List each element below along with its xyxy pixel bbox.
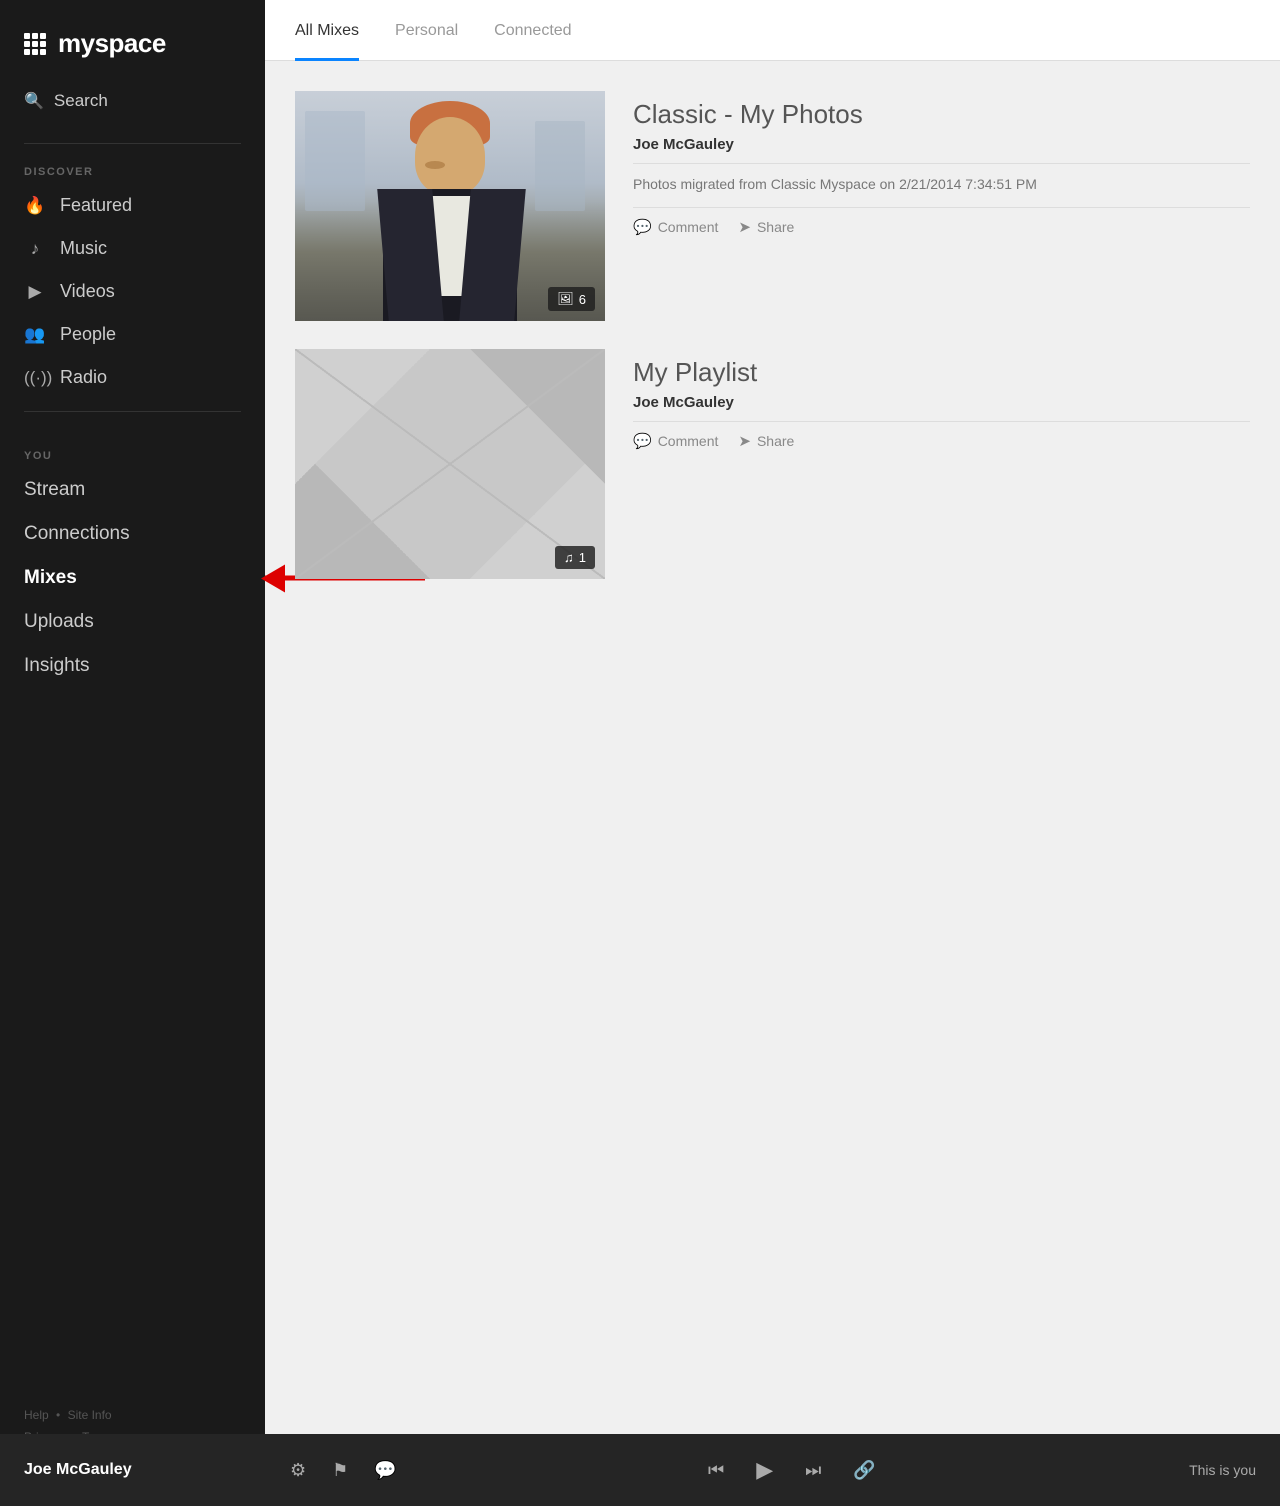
sidebar-item-mixes[interactable]: Mixes: [0, 556, 265, 600]
comment-icon: 💬: [633, 432, 652, 450]
player-controls: ⏮ ▶ ⏭ 🔗: [403, 1451, 1181, 1489]
comment-icon: 💬: [633, 218, 652, 236]
sidebar-item-radio[interactable]: ((·)) Radio: [0, 356, 265, 399]
player-bar: Joe McGauley ⚙ ⚑ 💬 ⏮ ▶ ⏭ 🔗 This is you: [0, 1434, 1280, 1506]
mix-count-badge: 🖼 6: [548, 287, 595, 311]
logo-dots-icon: [24, 33, 46, 55]
comment-label: Comment: [658, 219, 719, 235]
search-button[interactable]: 🔍 Search: [0, 83, 265, 131]
discover-nav: 🔥 Featured ♪ Music ▶ Videos 👥 People ((·…: [0, 184, 265, 399]
sidebar: myspace 🔍 Search DISCOVER 🔥 Featured ♪ M…: [0, 0, 265, 1506]
rewind-icon: ⏮: [708, 1460, 724, 1481]
radio-icon: ((·)): [24, 368, 46, 388]
play-button[interactable]: ▶: [750, 1451, 779, 1489]
comment-button[interactable]: 💬 Comment: [633, 218, 718, 236]
sidebar-divider: [24, 143, 241, 144]
tab-personal[interactable]: Personal: [395, 0, 458, 61]
share-label: Share: [757, 219, 794, 235]
app-logo[interactable]: myspace: [0, 0, 265, 83]
sidebar-item-label: Videos: [60, 281, 115, 302]
badge-icon: ♫: [564, 550, 574, 565]
search-label: Search: [54, 91, 108, 111]
arrow-head: [261, 564, 285, 592]
sidebar-item-connections[interactable]: Connections: [0, 512, 265, 556]
sidebar-item-people[interactable]: 👥 People: [0, 313, 265, 356]
player-username: Joe McGauley: [24, 1461, 224, 1479]
mix-divider-2: [633, 207, 1250, 208]
settings-button[interactable]: ⚙: [284, 1454, 312, 1487]
comment-button[interactable]: 💬 Comment: [633, 432, 718, 450]
mixes-list: 🖼 6 Classic - My Photos Joe McGauley Pho…: [265, 61, 1280, 1506]
insights-label: Insights: [24, 655, 89, 677]
tab-all-mixes[interactable]: All Mixes: [295, 0, 359, 61]
share-icon: ➤: [738, 432, 751, 450]
fire-icon: 🔥: [24, 196, 46, 216]
mix-title[interactable]: My Playlist: [633, 357, 1250, 388]
mix-title[interactable]: Classic - My Photos: [633, 99, 1250, 130]
mix-author[interactable]: Joe McGauley: [633, 136, 1250, 153]
main-content: All Mixes Personal Connected: [265, 0, 1280, 1506]
you-section: YOU Stream Connections Mixes Uploads I: [0, 440, 265, 688]
mix-card: 🖼 6 Classic - My Photos Joe McGauley Pho…: [295, 91, 1250, 321]
connections-label: Connections: [24, 523, 130, 545]
sidebar-item-label: Featured: [60, 195, 132, 216]
mix-info: My Playlist Joe McGauley 💬 Comment ➤ Sha…: [633, 349, 1250, 579]
mix-count-badge: ♫ 1: [555, 546, 595, 569]
mix-thumbnail[interactable]: 🖼 6: [295, 91, 605, 321]
mix-thumbnail-placeholder[interactable]: ♫ 1: [295, 349, 605, 579]
logo-text: myspace: [58, 28, 166, 59]
mix-actions: 💬 Comment ➤ Share: [633, 432, 1250, 450]
sidebar-item-label: People: [60, 324, 116, 345]
mix-divider: [633, 421, 1250, 422]
placeholder-pattern: [295, 349, 605, 579]
mix-divider: [633, 163, 1250, 164]
share-icon: ➤: [738, 218, 751, 236]
mix-actions: 💬 Comment ➤ Share: [633, 218, 1250, 236]
sidebar-divider-2: [24, 411, 241, 412]
forward-button[interactable]: ⏭: [799, 1454, 827, 1487]
forward-icon: ⏭: [805, 1460, 821, 1481]
chat-button[interactable]: 💬: [368, 1454, 402, 1487]
comment-label: Comment: [658, 433, 719, 449]
sidebar-item-featured[interactable]: 🔥 Featured: [0, 184, 265, 227]
video-icon: ▶: [24, 282, 46, 302]
mix-author[interactable]: Joe McGauley: [633, 394, 1250, 411]
you-section-label: YOU: [0, 440, 265, 468]
share-button[interactable]: ➤ Share: [738, 432, 794, 450]
share-label: Share: [757, 433, 794, 449]
stream-label: Stream: [24, 479, 85, 501]
sidebar-item-label: Radio: [60, 367, 107, 388]
mix-card: ♫ 1 My Playlist Joe McGauley 💬 Comment: [295, 349, 1250, 579]
sidebar-item-label: Music: [60, 238, 107, 259]
mix-info: Classic - My Photos Joe McGauley Photos …: [633, 91, 1250, 321]
player-settings-group: ⚙ ⚑ 💬: [284, 1454, 403, 1487]
discover-section-label: DISCOVER: [0, 156, 265, 184]
mixes-label: Mixes: [24, 567, 77, 589]
site-info-link[interactable]: Site Info: [68, 1408, 112, 1422]
people-icon: 👥: [24, 325, 46, 345]
sidebar-item-stream[interactable]: Stream: [0, 468, 265, 512]
tabs-bar: All Mixes Personal Connected: [265, 0, 1280, 61]
mix-description: Photos migrated from Classic Myspace on …: [633, 174, 1250, 195]
badge-count: 6: [579, 292, 586, 307]
sidebar-item-music[interactable]: ♪ Music: [0, 227, 265, 270]
loop-button[interactable]: 🔗: [847, 1454, 881, 1487]
sidebar-item-videos[interactable]: ▶ Videos: [0, 270, 265, 313]
play-icon: ▶: [756, 1457, 773, 1483]
rewind-button[interactable]: ⏮: [702, 1454, 730, 1487]
sidebar-item-insights[interactable]: Insights: [0, 644, 265, 688]
music-icon: ♪: [24, 239, 46, 259]
tab-connected[interactable]: Connected: [494, 0, 571, 61]
person-figure: [365, 101, 535, 321]
uploads-label: Uploads: [24, 611, 94, 633]
share-button[interactable]: ➤ Share: [738, 218, 794, 236]
badge-icon: 🖼: [557, 291, 574, 307]
search-icon: 🔍: [24, 91, 44, 111]
flag-button[interactable]: ⚑: [326, 1454, 354, 1487]
sidebar-item-uploads[interactable]: Uploads: [0, 600, 265, 644]
help-link[interactable]: Help: [24, 1408, 49, 1422]
loop-icon: 🔗: [853, 1460, 875, 1481]
badge-count: 1: [579, 550, 586, 565]
player-now-playing: This is you: [1189, 1462, 1256, 1478]
